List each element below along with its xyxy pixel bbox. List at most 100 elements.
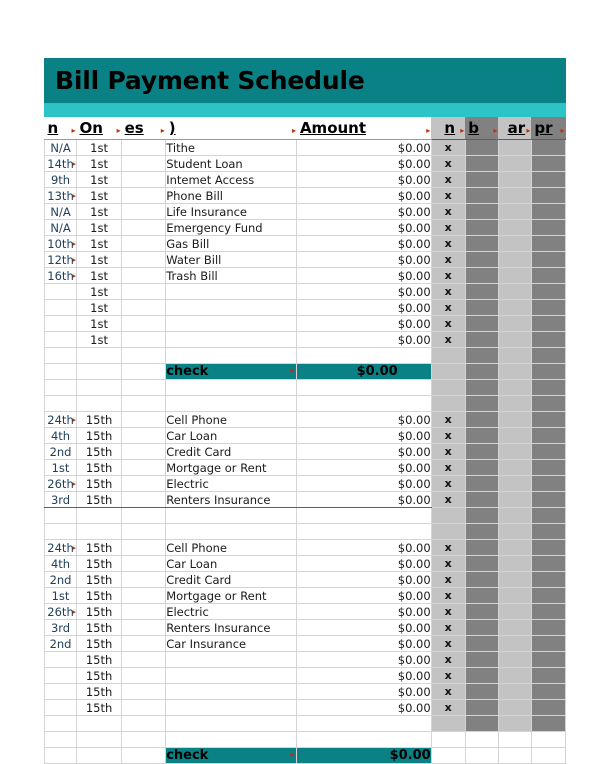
marker-cell-2[interactable] (464, 651, 499, 668)
marker-cell-2[interactable] (464, 155, 499, 172)
marker-cell-3[interactable] (497, 283, 532, 300)
marker-cell-3[interactable] (497, 539, 532, 556)
marker-cell-2[interactable] (464, 635, 499, 652)
cell-due[interactable] (43, 699, 78, 716)
marker-cell-4[interactable] (530, 283, 567, 300)
marker-cell-3[interactable] (497, 315, 532, 332)
column-header-gray-4[interactable]: pr ▸ (531, 117, 566, 140)
cell-due[interactable] (43, 283, 78, 300)
marker-cell-2[interactable] (464, 539, 499, 556)
marker-cell-2[interactable] (464, 587, 499, 604)
cell-due[interactable] (43, 683, 78, 700)
cell-due[interactable]: 10th ▸ (43, 235, 78, 252)
cell-es[interactable] (121, 699, 167, 716)
cell-on[interactable]: 1st (76, 139, 123, 156)
cell-name[interactable]: Mortgage or Rent (165, 459, 298, 476)
marker-cell-1[interactable]: x (430, 491, 466, 508)
cell-on[interactable]: 1st (76, 171, 123, 188)
cell-due[interactable]: 14th ▸ (43, 155, 78, 172)
column-header-gray-3[interactable]: ar ▸ (498, 117, 532, 140)
cell-on[interactable]: 15th (76, 667, 123, 684)
marker-cell-2[interactable] (464, 219, 499, 236)
cell-on[interactable]: 1st (76, 315, 123, 332)
marker-cell-1[interactable]: x (430, 251, 466, 268)
column-header-gray-2[interactable]: b ▸ (465, 117, 499, 140)
marker-cell-2[interactable] (464, 411, 499, 428)
marker-cell-1[interactable]: x (430, 203, 466, 220)
marker-cell-2[interactable] (464, 699, 499, 716)
marker-cell-3[interactable] (497, 171, 532, 188)
cell-es[interactable] (121, 315, 167, 332)
cell-on[interactable]: 15th (76, 539, 123, 556)
cell-on[interactable]: 15th (76, 635, 123, 652)
cell-due[interactable]: 16th ▸ (43, 267, 78, 284)
cell-es[interactable] (121, 683, 167, 700)
cell-name[interactable]: Credit Card (165, 443, 298, 460)
cell-es[interactable] (121, 667, 167, 684)
cell-es[interactable] (121, 219, 167, 236)
cell-name[interactable]: Cell Phone (165, 539, 298, 556)
cell-amount[interactable]: $0.00 (296, 315, 432, 332)
cell-on[interactable]: 1st (76, 203, 123, 220)
cell-on[interactable]: 15th (76, 619, 123, 636)
marker-cell-4[interactable] (530, 683, 567, 700)
cell-amount[interactable]: $0.00 (296, 251, 432, 268)
cell-amount[interactable]: $0.00 (296, 571, 432, 588)
cell-due[interactable]: 2nd (43, 571, 78, 588)
marker-cell-3[interactable] (497, 619, 532, 636)
marker-cell-3[interactable] (497, 571, 532, 588)
marker-cell-1[interactable]: x (430, 555, 466, 572)
marker-cell-1[interactable]: x (430, 267, 466, 284)
cell-amount[interactable]: $0.00 (296, 539, 432, 556)
cell-on[interactable]: 15th (76, 587, 123, 604)
marker-cell-3[interactable] (497, 155, 532, 172)
cell-due[interactable]: 12th ▸ (43, 251, 78, 268)
marker-cell-4[interactable] (530, 187, 567, 204)
cell-es[interactable] (121, 155, 167, 172)
cell-due[interactable]: 2nd (43, 635, 78, 652)
cell-name[interactable]: Life Insurance (165, 203, 298, 220)
cell-es[interactable] (121, 459, 167, 476)
cell-es[interactable] (121, 283, 167, 300)
cell-name[interactable]: Credit Card (165, 571, 298, 588)
cell-name[interactable]: Renters Insurance (165, 491, 298, 508)
column-header-gray-1[interactable]: n ▸ (431, 117, 466, 140)
cell-due[interactable]: 26th ▸ (43, 603, 78, 620)
marker-cell-3[interactable] (497, 587, 532, 604)
cell-amount[interactable]: $0.00 (296, 299, 432, 316)
cell-amount[interactable]: $0.00 (296, 411, 432, 428)
cell-on[interactable]: 15th (76, 475, 123, 492)
cell-amount[interactable]: $0.00 (296, 587, 432, 604)
cell-due[interactable]: 4th (43, 427, 78, 444)
cell-amount[interactable]: $0.00 (296, 619, 432, 636)
marker-cell-2[interactable] (464, 555, 499, 572)
cell-due[interactable]: 1st (43, 459, 78, 476)
marker-cell-4[interactable] (530, 299, 567, 316)
cell-name[interactable]: Phone Bill (165, 187, 298, 204)
cell-due[interactable] (43, 315, 78, 332)
cell-amount[interactable]: $0.00 (296, 203, 432, 220)
marker-cell-3[interactable] (497, 635, 532, 652)
marker-cell-4[interactable] (530, 251, 567, 268)
cell-es[interactable] (121, 443, 167, 460)
cell-on[interactable]: 1st (76, 155, 123, 172)
cell-es[interactable] (121, 539, 167, 556)
marker-cell-4[interactable] (530, 587, 567, 604)
marker-cell-3[interactable] (497, 603, 532, 620)
marker-cell-2[interactable] (464, 459, 499, 476)
marker-cell-4[interactable] (530, 619, 567, 636)
marker-cell-3[interactable] (497, 683, 532, 700)
marker-cell-1[interactable]: x (430, 299, 466, 316)
cell-due[interactable]: 3rd (43, 619, 78, 636)
cell-name[interactable]: Electric (165, 603, 298, 620)
cell-amount[interactable]: $0.00 (296, 331, 432, 348)
marker-cell-1[interactable]: x (430, 683, 466, 700)
marker-cell-4[interactable] (530, 171, 567, 188)
cell-name[interactable]: Renters Insurance (165, 619, 298, 636)
marker-cell-1[interactable]: x (430, 539, 466, 556)
marker-cell-2[interactable] (464, 667, 499, 684)
marker-cell-1[interactable]: x (430, 411, 466, 428)
cell-es[interactable] (121, 635, 167, 652)
cell-due[interactable]: N/A (43, 219, 78, 236)
cell-amount[interactable]: $0.00 (296, 699, 432, 716)
